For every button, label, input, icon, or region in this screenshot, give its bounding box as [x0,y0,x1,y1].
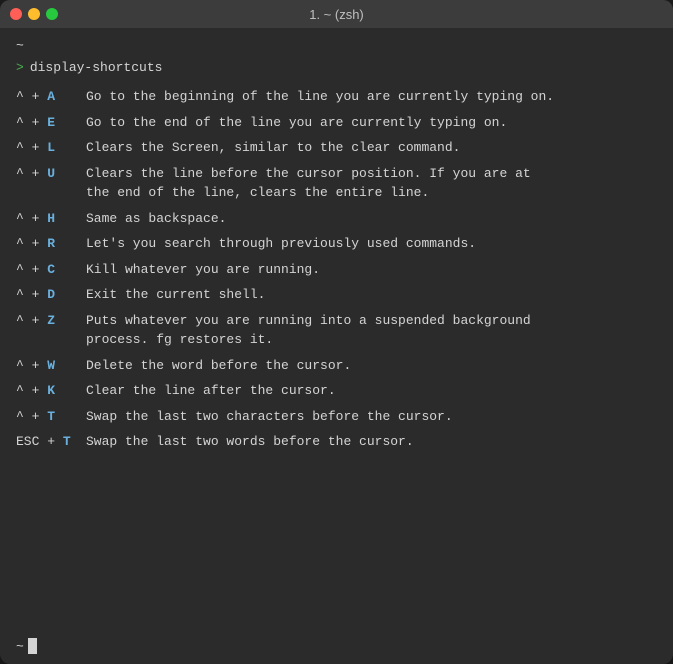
shortcut-row-l: ^ + L Clears the Screen, similar to the … [16,138,657,158]
shortcut-row-h: ^ + H Same as backspace. [16,209,657,229]
title-bar: 1. ~ (zsh) [0,0,673,28]
terminal-body[interactable]: ~ > display-shortcuts ^ + A Go to the be… [0,28,673,664]
shortcut-key-h: ^ + H [16,209,86,229]
shortcut-desc-c: Kill whatever you are running. [86,260,657,280]
shortcut-key-c: ^ + C [16,260,86,280]
shortcut-desc-u: Clears the line before the cursor positi… [86,164,657,203]
shortcut-key-l: ^ + L [16,138,86,158]
shortcut-desc-e: Go to the end of the line you are curren… [86,113,657,133]
command-name: display-shortcuts [30,58,163,78]
shortcut-desc-esc-t: Swap the last two words before the curso… [86,432,657,452]
shortcut-key-z: ^ + Z [16,311,86,350]
bottom-prompt: ~ [16,637,657,657]
minimize-button[interactable] [28,8,40,20]
shortcut-desc-r: Let's you search through previously used… [86,234,657,254]
prompt-line: > display-shortcuts [16,58,657,78]
shortcut-row-a: ^ + A Go to the beginning of the line yo… [16,87,657,107]
maximize-button[interactable] [46,8,58,20]
shortcut-key-e: ^ + E [16,113,86,133]
shortcut-row-z: ^ + Z Puts whatever you are running into… [16,311,657,350]
close-button[interactable] [10,8,22,20]
bottom-tilde: ~ [16,637,24,657]
shortcut-desc-k: Clear the line after the cursor. [86,381,657,401]
shortcut-row-esc-t: ESC + T Swap the last two words before t… [16,432,657,452]
prompt-arrow: > [16,58,24,78]
shortcut-desc-h: Same as backspace. [86,209,657,229]
shortcut-key-k: ^ + K [16,381,86,401]
shortcut-key-d: ^ + D [16,285,86,305]
shortcut-desc-z: Puts whatever you are running into a sus… [86,311,657,350]
shortcut-row-c: ^ + C Kill whatever you are running. [16,260,657,280]
shortcut-desc-d: Exit the current shell. [86,285,657,305]
shortcut-row-k: ^ + K Clear the line after the cursor. [16,381,657,401]
shortcut-row-t: ^ + T Swap the last two characters befor… [16,407,657,427]
shortcut-key-esc-t: ESC + T [16,432,86,452]
shortcut-key-a: ^ + A [16,87,86,107]
window-title: 1. ~ (zsh) [309,7,364,22]
shortcut-row-u: ^ + U Clears the line before the cursor … [16,164,657,203]
shortcut-desc-a: Go to the beginning of the line you are … [86,87,657,107]
shortcut-key-t: ^ + T [16,407,86,427]
cursor-block [28,638,37,654]
shortcut-key-r: ^ + R [16,234,86,254]
shortcuts-table: ^ + A Go to the beginning of the line yo… [16,87,657,629]
traffic-lights [10,8,58,20]
shortcut-row-w: ^ + W Delete the word before the cursor. [16,356,657,376]
shortcut-key-w: ^ + W [16,356,86,376]
shortcut-row-e: ^ + E Go to the end of the line you are … [16,113,657,133]
terminal-window: 1. ~ (zsh) ~ > display-shortcuts ^ + A G… [0,0,673,664]
shortcut-desc-l: Clears the Screen, similar to the clear … [86,138,657,158]
shortcut-key-u: ^ + U [16,164,86,203]
shortcut-row-d: ^ + D Exit the current shell. [16,285,657,305]
shortcut-desc-t: Swap the last two characters before the … [86,407,657,427]
tilde-line: ~ [16,36,657,56]
shortcut-row-r: ^ + R Let's you search through previousl… [16,234,657,254]
shortcut-desc-w: Delete the word before the cursor. [86,356,657,376]
